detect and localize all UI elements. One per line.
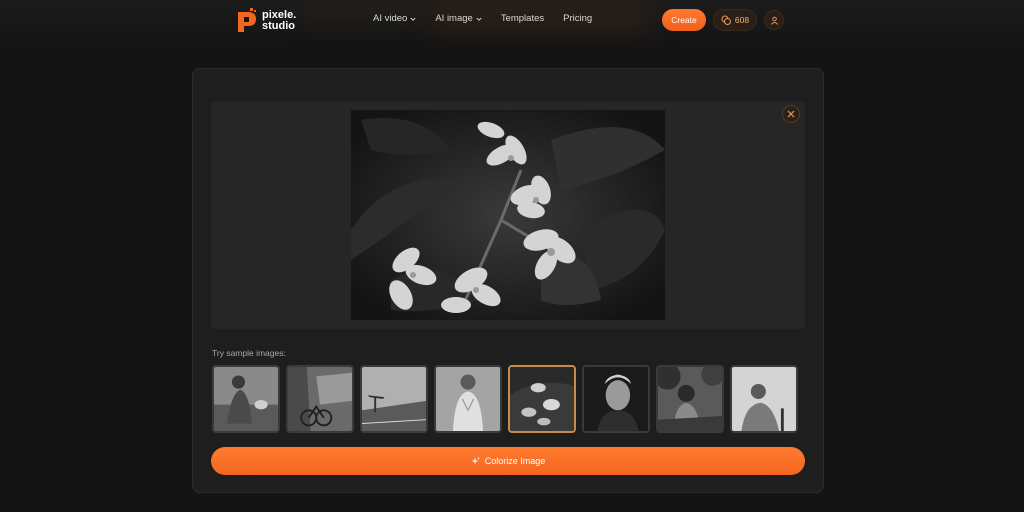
user-account-button[interactable] (764, 10, 784, 30)
nav-label: AI image (435, 13, 473, 24)
colorize-label: Colorize Image (484, 456, 546, 466)
close-icon (787, 110, 795, 118)
nav-ai-image[interactable]: AI image (435, 13, 482, 24)
sample-thumbnail[interactable] (656, 365, 724, 433)
sample-images-list (212, 365, 804, 433)
chevron-down-icon (476, 17, 482, 21)
image-preview-area (211, 101, 805, 329)
sample-thumbnail[interactable] (730, 365, 798, 433)
nav-templates[interactable]: Templates (501, 13, 544, 24)
close-button[interactable] (782, 105, 800, 123)
sample-thumbnail-selected[interactable] (508, 365, 576, 433)
main-nav: AI video AI image Templates Pricing (373, 13, 611, 24)
coins-icon (721, 15, 731, 25)
credits-badge[interactable]: 608 (713, 9, 757, 31)
sample-thumbnail[interactable] (582, 365, 650, 433)
chevron-down-icon (410, 17, 416, 21)
sample-thumbnail[interactable] (434, 365, 502, 433)
sample-thumbnail[interactable] (286, 365, 354, 433)
user-icon (770, 16, 778, 25)
nav-label: Pricing (563, 13, 593, 24)
colorize-card: Try sample images: Colorize Image (192, 68, 824, 493)
uploaded-image (351, 110, 665, 320)
sample-images-label: Try sample images: (212, 348, 286, 358)
colorize-image-button[interactable]: Colorize Image (211, 447, 805, 475)
nav-pricing[interactable]: Pricing (563, 13, 592, 24)
top-navigation-bar: pixele. studio AI video AI image Templat… (0, 0, 1024, 42)
sample-thumbnail[interactable] (360, 365, 428, 433)
nav-label: Templates (500, 13, 545, 24)
logo-text: pixele. studio (262, 10, 296, 32)
nav-ai-video[interactable]: AI video (373, 13, 416, 24)
logo[interactable]: pixele. studio (236, 6, 300, 36)
nav-label: AI video (373, 13, 408, 24)
sparkle-icon (471, 457, 480, 464)
sample-thumbnail[interactable] (212, 365, 280, 433)
create-button[interactable]: Create (662, 9, 706, 31)
credits-count: 608 (734, 15, 750, 25)
logo-mark-icon (236, 8, 258, 34)
logo-line-2: studio (262, 20, 295, 32)
